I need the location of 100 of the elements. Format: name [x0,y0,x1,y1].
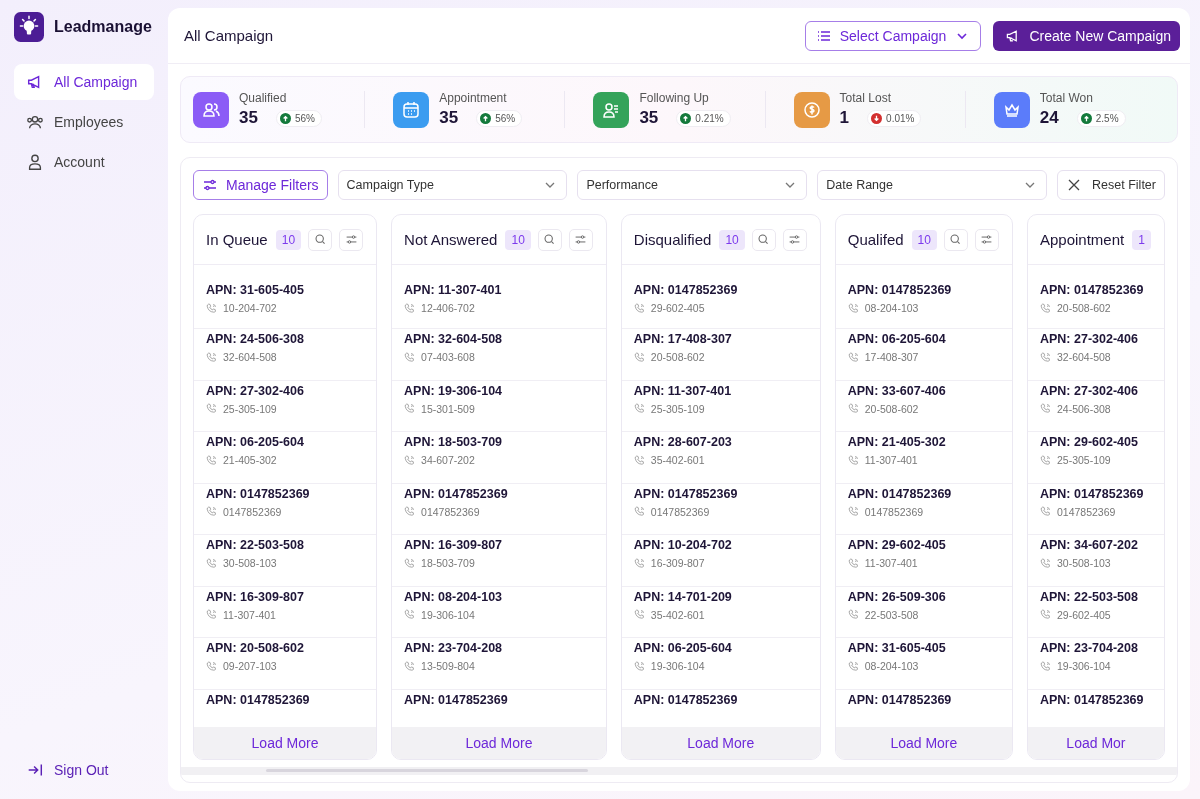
filter-dropdown[interactable]: Performance [577,170,808,200]
apn-number: APN: 0147852369 [404,692,509,707]
phone-number: 24-506-308 [1056,402,1111,415]
phone-icon [206,454,217,466]
phone-icon [847,403,859,414]
apn-number: APN: 11-307-401 [633,383,733,398]
apn-number: APN: 17-408-307 [633,332,733,346]
sidebar-item[interactable]: Employees [14,104,154,140]
filter-dropdown[interactable]: Date Range [817,170,1048,200]
load-more-button[interactable]: Load More [621,727,820,759]
stat-value: 24 [1039,108,1059,128]
sliders-icon [788,233,802,246]
apn-number: APN: 10-204-702 [633,538,733,552]
apn-number: APN: 06-205-604 [633,641,733,655]
phone-icon [206,660,217,672]
apn-number: APN: 06-205-604 [847,332,947,346]
phone-icon [847,660,859,672]
phone-icon [206,351,217,363]
phone-number: 11-307-401 [864,557,918,569]
load-more-button[interactable]: Load More [835,727,1012,759]
phone-number: 15-301-509 [421,402,475,415]
filter-dropdown[interactable]: Campaign Type [337,170,568,200]
apn-number: APN: 16-309-807 [206,589,305,604]
apn-number: APN: 23-704-208 [1039,641,1139,655]
apn-number: APN: 14-701-209 [633,589,733,604]
apn-number: APN: 21-405-302 [847,435,947,449]
phone-icon [633,454,645,466]
apn-number: APN: 0147852369 [206,692,311,707]
load-more-button[interactable]: Load More [194,727,377,759]
filter-settings-button[interactable] [568,228,593,251]
phone-number: 18-503-709 [421,557,475,569]
search-button[interactable] [943,228,968,251]
phone-icon [847,557,859,569]
reset-filter-button[interactable]: Reset Filter [1057,170,1165,200]
phone-number: 20-508-602 [650,351,705,363]
brand-name: Leadmanage [54,18,152,36]
stat-value: 35 [439,108,459,128]
load-more-button[interactable]: Load Mor [1027,727,1164,759]
phone-icon [206,609,217,620]
phone-icon [1039,660,1051,672]
search-icon [757,233,771,246]
apn-number: APN: 26-509-306 [847,589,947,604]
phone-number: 07-403-608 [421,351,475,363]
apn-number: APN: 28-607-203 [633,435,733,449]
phone-number: 29-602-405 [1056,608,1111,621]
sliders-icon [202,177,218,193]
apn-number: APN: 0147852369 [633,692,739,707]
sidebar-item[interactable]: All Campaign [14,64,154,100]
load-more-button[interactable]: Load More [392,727,606,759]
apn-number: APN: 31-605-405 [847,641,947,655]
change-badge: 56% [476,109,523,127]
apn-number: APN: 29-602-405 [847,538,947,552]
sign-out-link[interactable]: Sign Out [14,761,154,779]
apn-number: APN: 20-508-602 [206,641,305,655]
change-badge: 2.5% [1076,109,1126,127]
manage-filters-button[interactable]: Manage Filters [193,170,328,200]
search-button[interactable] [308,228,333,251]
phone-number: 32-604-508 [223,351,277,363]
count-badge: 10 [275,229,302,250]
stat-label: Total Won [1039,91,1094,105]
filter-settings-button[interactable] [782,228,807,251]
select-campaign-dropdown[interactable]: Select Campaign [804,20,982,51]
phone-number: 08-204-103 [864,660,919,672]
phone-icon [847,351,859,363]
phone-number: 0147852369 [421,505,480,518]
phone-number: 35-402-601 [650,454,705,466]
phone-icon [206,302,217,314]
filter-settings-button[interactable] [339,228,364,251]
phone-number: 09-207-103 [223,660,277,672]
phone-number: 20-508-602 [864,402,919,415]
sidebar-item[interactable]: Account [14,144,154,180]
phone-icon [404,557,416,569]
apn-number: APN: 16-309-807 [404,538,504,552]
apn-number: APN: 32-604-508 [404,332,504,346]
phone-icon [847,454,859,466]
phone-icon [1039,403,1051,414]
apn-number: APN: 27-302-406 [1039,332,1139,346]
search-button[interactable] [537,228,562,251]
change-badge: 56% [275,109,322,127]
stat-label: Qualified [239,91,288,105]
filter-settings-button[interactable] [974,228,999,251]
phone-icon [633,506,645,517]
column-title: Not Answered [404,231,498,248]
apn-number: APN: 0147852369 [847,486,953,501]
apn-number: APN: 0147852369 [633,283,739,297]
phone-number: 19-306-104 [650,660,705,672]
phone-number: 32-604-508 [1056,351,1111,363]
phone-icon [404,454,416,466]
phone-icon [206,557,217,569]
change-badge: 0.01% [867,109,922,127]
phone-icon [206,506,217,517]
apn-number: APN: 0147852369 [847,692,953,707]
phone-number: 21-405-302 [223,454,277,466]
search-button[interactable] [751,228,776,251]
phone-number: 08-204-103 [864,302,919,314]
phone-number: 35-402-601 [650,608,705,621]
phone-number: 16-309-807 [650,557,705,569]
apn-number: APN: 22-503-508 [1039,589,1139,604]
create-campaign-button[interactable]: Create New Campaign [993,20,1180,51]
apn-number: APN: 06-205-604 [206,435,305,449]
